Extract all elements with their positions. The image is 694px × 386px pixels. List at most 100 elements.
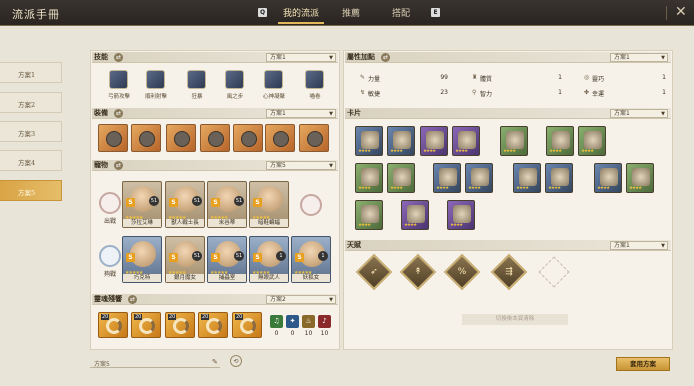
pet-name: 獸人戰士長: [166, 219, 204, 227]
cat-scroll-icon[interactable]: [305, 70, 324, 89]
skills-plan-select[interactable]: 方案1 ▼: [266, 53, 336, 62]
card-slot[interactable]: ★★★★: [626, 163, 654, 193]
card-slot[interactable]: ★★★★: [401, 200, 429, 230]
armor-equip-icon[interactable]: [166, 124, 196, 152]
soul-level: 20: [235, 314, 244, 320]
card-slot[interactable]: ★★★★: [420, 126, 448, 156]
arrows-icon[interactable]: ⇄: [114, 53, 123, 62]
pet-card[interactable]: 1 S ★★★★★ 妖狐女: [291, 236, 331, 283]
sidebar-item-plan2[interactable]: 方案2: [0, 92, 62, 113]
share-icon[interactable]: ⟲: [230, 355, 242, 367]
pet-card[interactable]: 51 S ★★★★★ 莎拉艾琳: [122, 181, 162, 228]
volley-icon[interactable]: [146, 70, 165, 89]
card-slot[interactable]: ★★★★: [452, 126, 480, 156]
close-icon[interactable]: ✕: [675, 4, 687, 20]
equipment-plan-select[interactable]: 方案1 ▼: [266, 109, 336, 118]
pet-name: 莎拉艾琳: [123, 219, 161, 227]
card-slot[interactable]: ★★★★: [500, 126, 528, 156]
topbar-divider: [666, 6, 667, 20]
pets-title: 寵物: [94, 160, 108, 169]
skill-label: 弓箭攻擊: [107, 94, 130, 100]
chevron-down-icon: ▼: [329, 163, 333, 169]
pet-level: 51: [234, 196, 244, 206]
arrows-icon[interactable]: ⇄: [128, 295, 137, 304]
boots-equip-icon[interactable]: [265, 124, 295, 152]
card-slot[interactable]: ★★★★: [465, 163, 493, 193]
berserk-icon[interactable]: [187, 70, 206, 89]
attr-value: 1: [558, 74, 562, 81]
arrows-icon[interactable]: ⇄: [381, 53, 390, 62]
apply-plan-button[interactable]: 套用方案: [616, 357, 670, 371]
pet-card[interactable]: 51 S ★★★★★ 米谷蒂: [207, 181, 247, 228]
attributes-plan-select[interactable]: 方案1 ▼: [610, 53, 668, 62]
soul-echo-icon[interactable]: 20: [165, 312, 195, 338]
necklace-equip-icon[interactable]: [299, 124, 329, 152]
card-slot[interactable]: ★★★★: [594, 163, 622, 193]
cards-plan-select[interactable]: 方案1 ▼: [610, 109, 668, 118]
strength-icon: ✎: [360, 74, 366, 81]
card-slot[interactable]: ★★★★: [387, 126, 415, 156]
chevron-down-icon: ▼: [329, 55, 333, 61]
attr-value: 23: [440, 89, 448, 96]
pet-card[interactable]: 51 S ★★★★★ 捕蟲室: [207, 236, 247, 283]
card-slot[interactable]: ★★★★: [387, 163, 415, 193]
talent-plan-select[interactable]: 方案1 ▼: [610, 241, 668, 250]
arrows-icon[interactable]: ⇄: [114, 161, 123, 170]
pet-skill-slot-icon[interactable]: [300, 194, 322, 216]
card-slot[interactable]: ★★★★: [355, 126, 383, 156]
skill-label: 喵卷: [309, 94, 321, 100]
pants-equip-icon[interactable]: [233, 124, 263, 152]
sidebar-item-plan3[interactable]: 方案3: [0, 121, 62, 142]
tab-combinations[interactable]: 搭配: [392, 6, 410, 19]
card-slot[interactable]: ★★★★: [355, 163, 383, 193]
bow-icon[interactable]: [109, 70, 128, 89]
pet-card[interactable]: S ★★★★★ 巧克特: [122, 236, 162, 283]
card-slot[interactable]: ★★★★: [447, 200, 475, 230]
tab-recommended[interactable]: 推薦: [342, 6, 360, 19]
soul-echo-icon[interactable]: 20: [98, 312, 128, 338]
wind-step-icon[interactable]: [225, 70, 244, 89]
rune-value: 0: [274, 330, 279, 337]
prev-tab-key-hint: Q: [258, 8, 267, 17]
pet-row-label: 出戰: [103, 218, 116, 225]
pet-card[interactable]: S ★★★★★ 暗鞋蝙蝠: [249, 181, 289, 228]
rank-badge: S: [211, 253, 220, 262]
clear-page-button[interactable]: 切換後本頁清除: [462, 314, 568, 325]
attributes-title: 屬性加點: [347, 52, 375, 61]
chevron-down-icon: ▼: [329, 297, 333, 303]
quiver-equip-icon[interactable]: [131, 124, 161, 152]
bow-equip-icon[interactable]: [98, 124, 128, 152]
souls-plan-select[interactable]: 方案2 ▼: [266, 295, 336, 304]
plan-name-field[interactable]: 方案5: [90, 357, 220, 368]
sidebar-item-plan4[interactable]: 方案4: [0, 150, 62, 171]
chevron-down-icon: ▼: [661, 243, 665, 249]
pet-card[interactable]: 51 S ★★★★★ 銀月魔女: [165, 236, 205, 283]
glove-equip-icon[interactable]: [200, 124, 230, 152]
rank-badge: S: [126, 198, 135, 207]
pet-card[interactable]: 51 S ★★★★★ 獸人戰士長: [165, 181, 205, 228]
skills-plan-value: 方案1: [270, 54, 286, 61]
soul-echo-icon[interactable]: 20: [131, 312, 161, 338]
soul-echo-icon[interactable]: 20: [198, 312, 228, 338]
card-slot[interactable]: ★★★★: [546, 126, 574, 156]
skill-label: 心神凝聚: [262, 94, 285, 100]
pet-card[interactable]: 1 S ★★★★★ 無眼武人: [249, 236, 289, 283]
card-slot[interactable]: ★★★★: [355, 200, 383, 230]
card-slot[interactable]: ★★★★: [433, 163, 461, 193]
attr-name: 智力: [480, 91, 493, 98]
sidebar-item-plan5[interactable]: 方案5: [0, 180, 62, 201]
arrows-icon[interactable]: ⇄: [114, 109, 123, 118]
soul-echo-icon[interactable]: 20: [232, 312, 262, 338]
card-slot[interactable]: ★★★★: [545, 163, 573, 193]
card-slot[interactable]: ★★★★: [513, 163, 541, 193]
card-slot[interactable]: ★★★★: [578, 126, 606, 156]
skill-label: 狂暴: [191, 94, 203, 100]
pet-name: 銀月魔女: [166, 274, 204, 282]
edit-icon[interactable]: ✎: [212, 358, 218, 366]
pets-plan-select[interactable]: 方案5 ▼: [266, 161, 336, 170]
focus-icon[interactable]: [264, 70, 283, 89]
battle-slot-icon: [99, 192, 121, 214]
attr-value: 99: [440, 74, 448, 81]
tab-my-build[interactable]: 我的流派: [283, 6, 319, 19]
sidebar-item-plan1[interactable]: 方案1: [0, 62, 62, 83]
